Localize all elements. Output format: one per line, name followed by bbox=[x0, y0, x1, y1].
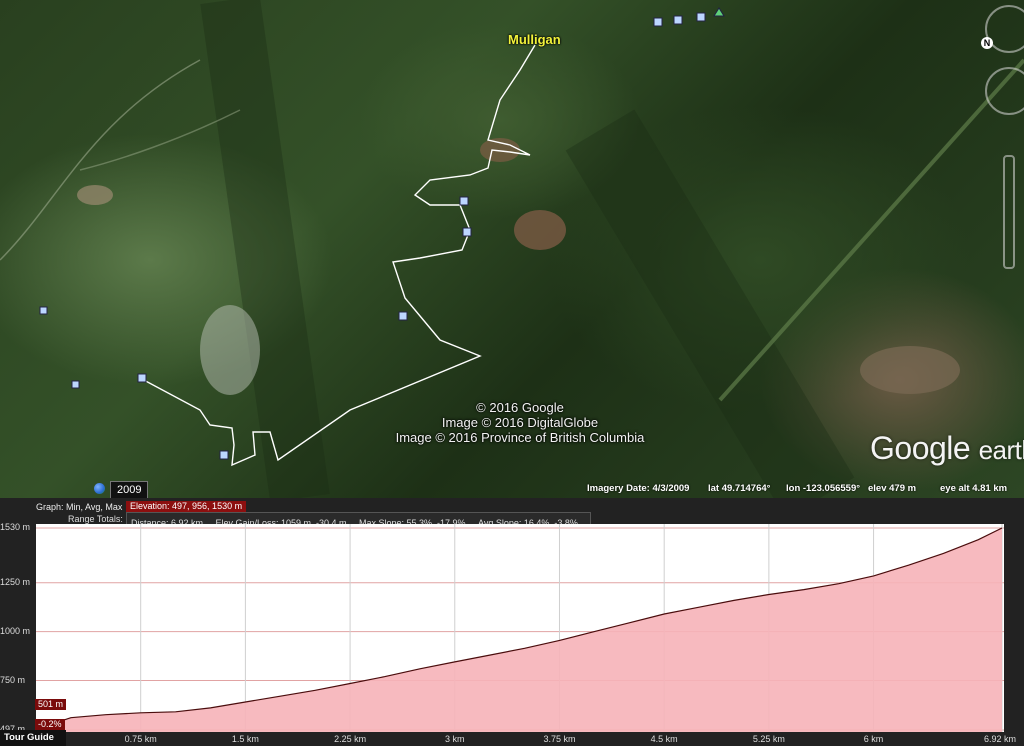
imagery-year[interactable]: 2009 bbox=[110, 481, 149, 498]
graph-summary-label: Graph: Min, Avg, Max bbox=[36, 502, 123, 512]
placemark-icon[interactable] bbox=[462, 227, 472, 237]
placemark-icon[interactable] bbox=[673, 15, 683, 25]
cursor-elevation-badge: 501 m bbox=[35, 699, 67, 710]
y-tick-label: 750 m bbox=[0, 674, 26, 685]
clearing-2 bbox=[480, 138, 520, 162]
longitude-readout: lon -123.056559° bbox=[786, 483, 861, 494]
x-tick-label: 4.5 km bbox=[650, 734, 678, 744]
placemark-icon[interactable] bbox=[653, 17, 663, 27]
peak-label[interactable]: Mulligan bbox=[508, 32, 561, 47]
clearing-3 bbox=[860, 346, 960, 394]
tour-guide-button[interactable]: Tour Guide bbox=[0, 730, 66, 746]
x-tick-label: 3 km bbox=[445, 734, 465, 744]
logging-road bbox=[0, 59, 201, 261]
clearing-4 bbox=[77, 185, 113, 205]
elevation-chart[interactable] bbox=[36, 524, 1004, 732]
x-tick-label: 0.75 km bbox=[124, 734, 157, 744]
range-totals-label: Range Totals: bbox=[68, 514, 123, 524]
google-earth-logo: Google earth bbox=[870, 430, 1024, 467]
placemark-icon[interactable] bbox=[137, 373, 147, 383]
y-tick-label: 1530 m bbox=[0, 522, 31, 532]
logging-road-2 bbox=[79, 109, 241, 171]
zoom-slider[interactable] bbox=[1003, 155, 1015, 269]
summit-marker-icon[interactable] bbox=[713, 7, 725, 17]
map-view[interactable]: Mulligan © 2016 Google Image © 2016 Digi… bbox=[0, 0, 1024, 498]
x-tick-label: 2.25 km bbox=[334, 734, 367, 744]
placemark-icon[interactable] bbox=[696, 12, 706, 22]
x-tick-label: 6.92 km bbox=[983, 734, 1017, 744]
road-line bbox=[718, 58, 1024, 402]
placemark-icon[interactable] bbox=[219, 450, 229, 460]
placemark-icon[interactable] bbox=[459, 196, 469, 206]
elevation-readout: elev 479 m bbox=[868, 483, 917, 494]
y-tick-label: 1000 m bbox=[0, 625, 31, 636]
clearing bbox=[514, 210, 566, 250]
historical-imagery-icon[interactable] bbox=[94, 483, 105, 494]
copyright-google: © 2016 Google bbox=[476, 400, 564, 415]
imagery-date: Imagery Date: 4/3/2009 bbox=[587, 483, 690, 494]
navigation-controls[interactable]: N bbox=[981, 5, 1024, 275]
x-tick-label: 6 km bbox=[863, 734, 884, 744]
eye-altitude-readout: eye alt 4.81 km bbox=[940, 483, 1008, 494]
x-tick-label: 3.75 km bbox=[543, 734, 576, 744]
rock-slide bbox=[200, 305, 260, 395]
logo-earth: earth bbox=[978, 435, 1024, 465]
placemark-icon[interactable] bbox=[39, 306, 48, 315]
x-tick-label: 5.25 km bbox=[752, 734, 785, 744]
y-tick-label: 1250 m bbox=[0, 576, 31, 587]
shadow-ridge bbox=[200, 0, 330, 498]
compass-north-icon[interactable]: N bbox=[981, 37, 993, 49]
elevation-chart-svg[interactable] bbox=[36, 524, 1004, 732]
copyright-digitalglobe: Image © 2016 DigitalGlobe bbox=[441, 415, 599, 430]
elevation-area bbox=[36, 528, 1002, 732]
placemark-icon[interactable] bbox=[71, 380, 80, 389]
move-ring-icon[interactable] bbox=[985, 67, 1024, 115]
copyright-bc: Image © 2016 Province of British Columbi… bbox=[395, 430, 645, 445]
logo-google: Google bbox=[870, 430, 971, 466]
elevation-badge: Elevation: 497, 956, 1530 m bbox=[126, 501, 247, 512]
latitude-readout: lat 49.714764° bbox=[708, 483, 771, 494]
x-tick-label: 1.5 km bbox=[231, 734, 259, 744]
placemark-icon[interactable] bbox=[398, 311, 408, 321]
cursor-slope-badge: -0.2% bbox=[35, 719, 65, 730]
